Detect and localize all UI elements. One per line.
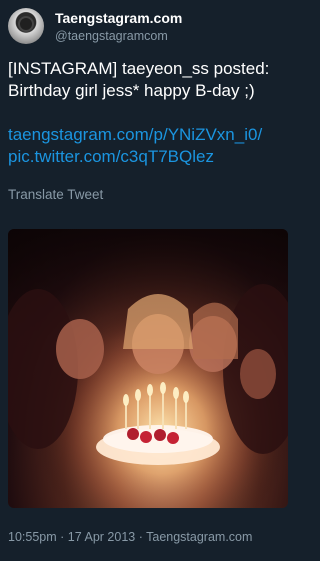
- tweet-link-pic-twitter[interactable]: pic.twitter.com/c3qT7BQlez: [8, 147, 214, 166]
- display-name[interactable]: Taengstagram.com: [55, 10, 182, 26]
- tweet-date[interactable]: 17 Apr 2013: [68, 530, 135, 544]
- avatar[interactable]: [8, 8, 44, 44]
- meta-separator: ·: [60, 530, 65, 544]
- user-handle[interactable]: @taengstagramcom: [55, 29, 168, 44]
- tweet-text: [INSTAGRAM] taeyeon_ss posted: Birthday …: [8, 59, 270, 100]
- tweet-meta: 10:55pm · 17 Apr 2013 · Taengstagram.com: [8, 530, 252, 545]
- tweet-links: taengstagram.com/p/YNiZVxn_i0/ pic.twitt…: [8, 124, 292, 168]
- birthday-photo: [8, 229, 288, 508]
- tweet-time[interactable]: 10:55pm: [8, 530, 57, 544]
- avatar-photo-icon: [18, 16, 34, 32]
- translate-tweet-link[interactable]: Translate Tweet: [8, 187, 103, 203]
- tweet-media-photo[interactable]: [8, 229, 288, 508]
- meta-separator: ·: [138, 530, 143, 544]
- tweet-source[interactable]: Taengstagram.com: [146, 530, 252, 544]
- tweet-link-taengstagram[interactable]: taengstagram.com/p/YNiZVxn_i0/: [8, 125, 262, 144]
